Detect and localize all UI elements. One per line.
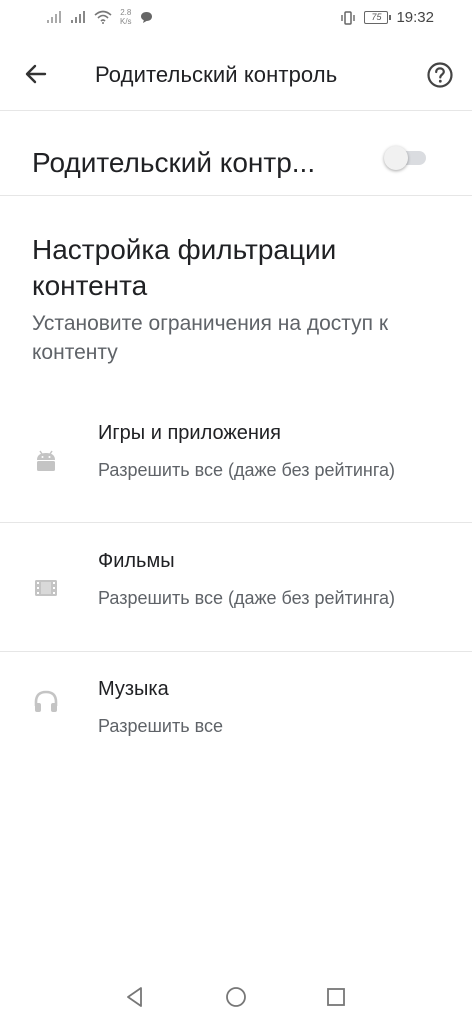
list-item-music[interactable]: Музыка Разрешить все — [0, 678, 472, 748]
nav-home-icon[interactable] — [223, 984, 249, 1010]
status-right-icons: 75 19:32 — [340, 9, 434, 26]
item-title: Музыка — [98, 678, 169, 700]
nav-recents-icon[interactable] — [323, 984, 349, 1010]
list-item-films[interactable]: Фильмы Разрешить все (даже без рейтинга) — [0, 550, 472, 652]
film-icon — [35, 580, 57, 596]
filter-section-subtitle: Установите ограничения на доступ к конте… — [32, 312, 389, 364]
net-speed-value: 2.8 — [120, 8, 132, 17]
item-title: Игры и приложения — [98, 422, 281, 444]
item-subtitle: Разрешить все (даже без рейтинга) — [98, 460, 396, 480]
back-arrow-icon[interactable] — [22, 60, 50, 88]
filter-section-title: Настройка фильтрации контента — [32, 234, 337, 301]
battery-icon: 75 — [364, 11, 392, 24]
item-subtitle: Разрешить все — [98, 716, 223, 736]
status-time: 19:32 — [396, 9, 434, 26]
list-item-games-apps[interactable]: Игры и приложения Разрешить все (даже бе… — [0, 422, 472, 523]
headphones-icon — [34, 690, 58, 712]
wifi-icon — [94, 10, 112, 24]
page-title: Родительский контроль — [95, 62, 338, 87]
vibrate-icon — [341, 10, 356, 25]
system-nav-bar — [0, 970, 472, 1024]
item-title: Фильмы — [98, 550, 175, 572]
parental-control-switch[interactable] — [384, 145, 426, 170]
net-speed-unit: K/s — [120, 17, 132, 26]
status-left-icons: 2.8 K/s — [46, 8, 153, 26]
parental-control-toggle-row[interactable]: Родительский контр... — [0, 111, 472, 196]
parental-control-label: Родительский контр... — [32, 147, 316, 178]
android-icon — [37, 450, 55, 471]
net-speed: 2.8 K/s — [120, 8, 132, 26]
switch-thumb — [384, 146, 408, 170]
app-bar: Родительский контроль — [0, 40, 472, 111]
item-subtitle: Разрешить все (даже без рейтинга) — [98, 588, 396, 608]
nav-back-icon[interactable] — [122, 984, 148, 1010]
signal-icon — [71, 11, 85, 23]
message-icon — [140, 11, 152, 23]
signal-icon — [47, 11, 61, 23]
status-bar: 2.8 K/s 75 19:32 — [0, 0, 472, 38]
help-icon[interactable] — [426, 61, 454, 89]
